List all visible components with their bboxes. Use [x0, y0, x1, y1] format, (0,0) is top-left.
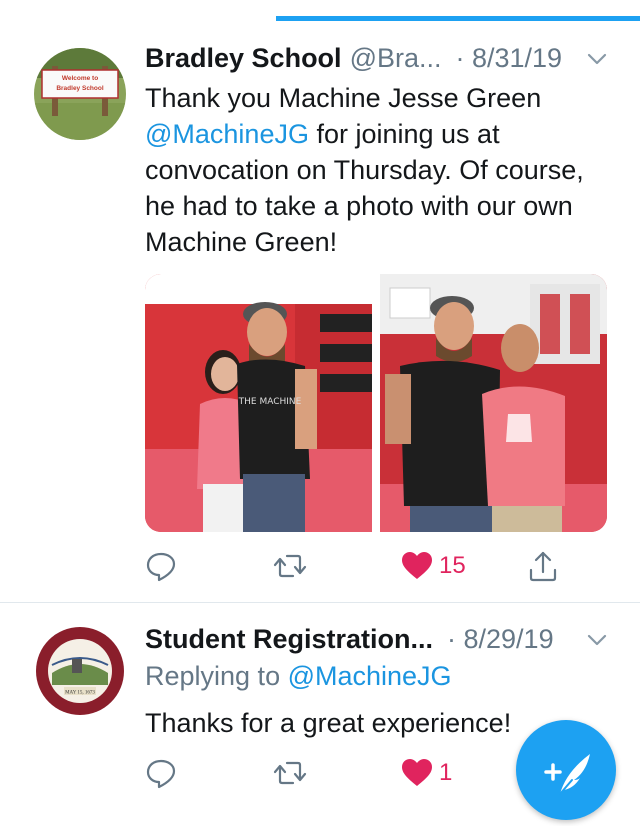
reply-button[interactable]	[145, 546, 177, 586]
compose-feather-icon[interactable]	[516, 754, 616, 824]
city-seal-image: MAY 15, 1673	[34, 625, 126, 717]
photo-1[interactable]: THE MACHINE	[145, 274, 372, 532]
avatar[interactable]: MAY 15, 1673	[34, 625, 126, 717]
tweet-header: Bradley School @Bra... · 8/31/19	[145, 40, 620, 76]
share-icon[interactable]	[527, 550, 559, 582]
bradley-school-sign-image: Welcome to Bradley School	[34, 48, 126, 140]
like-count: 15	[439, 552, 466, 579]
like-count: 1	[439, 759, 453, 786]
chevron-down-icon[interactable]	[584, 46, 610, 72]
retweet-icon[interactable]	[273, 550, 307, 582]
retweet-button[interactable]	[273, 753, 307, 793]
retweet-button[interactable]	[273, 546, 307, 586]
like-button[interactable]: 1	[401, 753, 452, 793]
tweet-date[interactable]: · 8/29/19	[447, 624, 554, 655]
reply-button[interactable]	[145, 753, 177, 793]
author-handle[interactable]: @Bra...	[350, 43, 442, 74]
avatar[interactable]: Welcome to Bradley School	[34, 48, 126, 140]
active-tab-indicator	[276, 16, 640, 21]
like-icon[interactable]	[401, 758, 433, 788]
tweet-text: Thank you Machine Jesse Green @MachineJG…	[145, 80, 615, 260]
share-button[interactable]	[527, 546, 559, 586]
top-tab-bar	[0, 0, 640, 22]
tweet-text-part: Thank you Machine Jesse Green	[145, 83, 542, 113]
chevron-down-icon[interactable]	[584, 627, 610, 653]
shirt-text: THE MACHINE	[238, 397, 302, 407]
reply-icon[interactable]	[145, 757, 177, 789]
tweet-header: Student Registration... · 8/29/19	[145, 621, 620, 657]
retweet-icon[interactable]	[273, 757, 307, 789]
author-name[interactable]: Student Registration...	[145, 624, 433, 655]
sign-line-2: Bradley School	[56, 85, 104, 92]
tweet-date[interactable]: · 8/31/19	[456, 43, 563, 74]
like-button[interactable]: 15	[401, 546, 466, 586]
replying-to: Replying to @MachineJG	[145, 661, 452, 692]
tweet-media[interactable]: THE MACHINE	[145, 274, 607, 532]
tweet-actions: 1	[145, 753, 575, 793]
seal-date: MAY 15, 1673	[65, 691, 95, 696]
like-icon[interactable]	[401, 551, 433, 581]
tweet-actions: 15	[145, 546, 575, 586]
mention-link[interactable]: @MachineJG	[145, 119, 309, 149]
photo-2[interactable]	[380, 274, 607, 532]
replying-label: Replying to	[145, 661, 288, 691]
author-name[interactable]: Bradley School	[145, 43, 342, 74]
tweet[interactable]: Welcome to Bradley School Bradley School…	[0, 22, 640, 603]
sign-line-1: Welcome to	[62, 75, 98, 82]
mention-link[interactable]: @MachineJG	[288, 661, 452, 691]
reply-icon[interactable]	[145, 550, 177, 582]
compose-tweet-button[interactable]	[516, 720, 616, 820]
